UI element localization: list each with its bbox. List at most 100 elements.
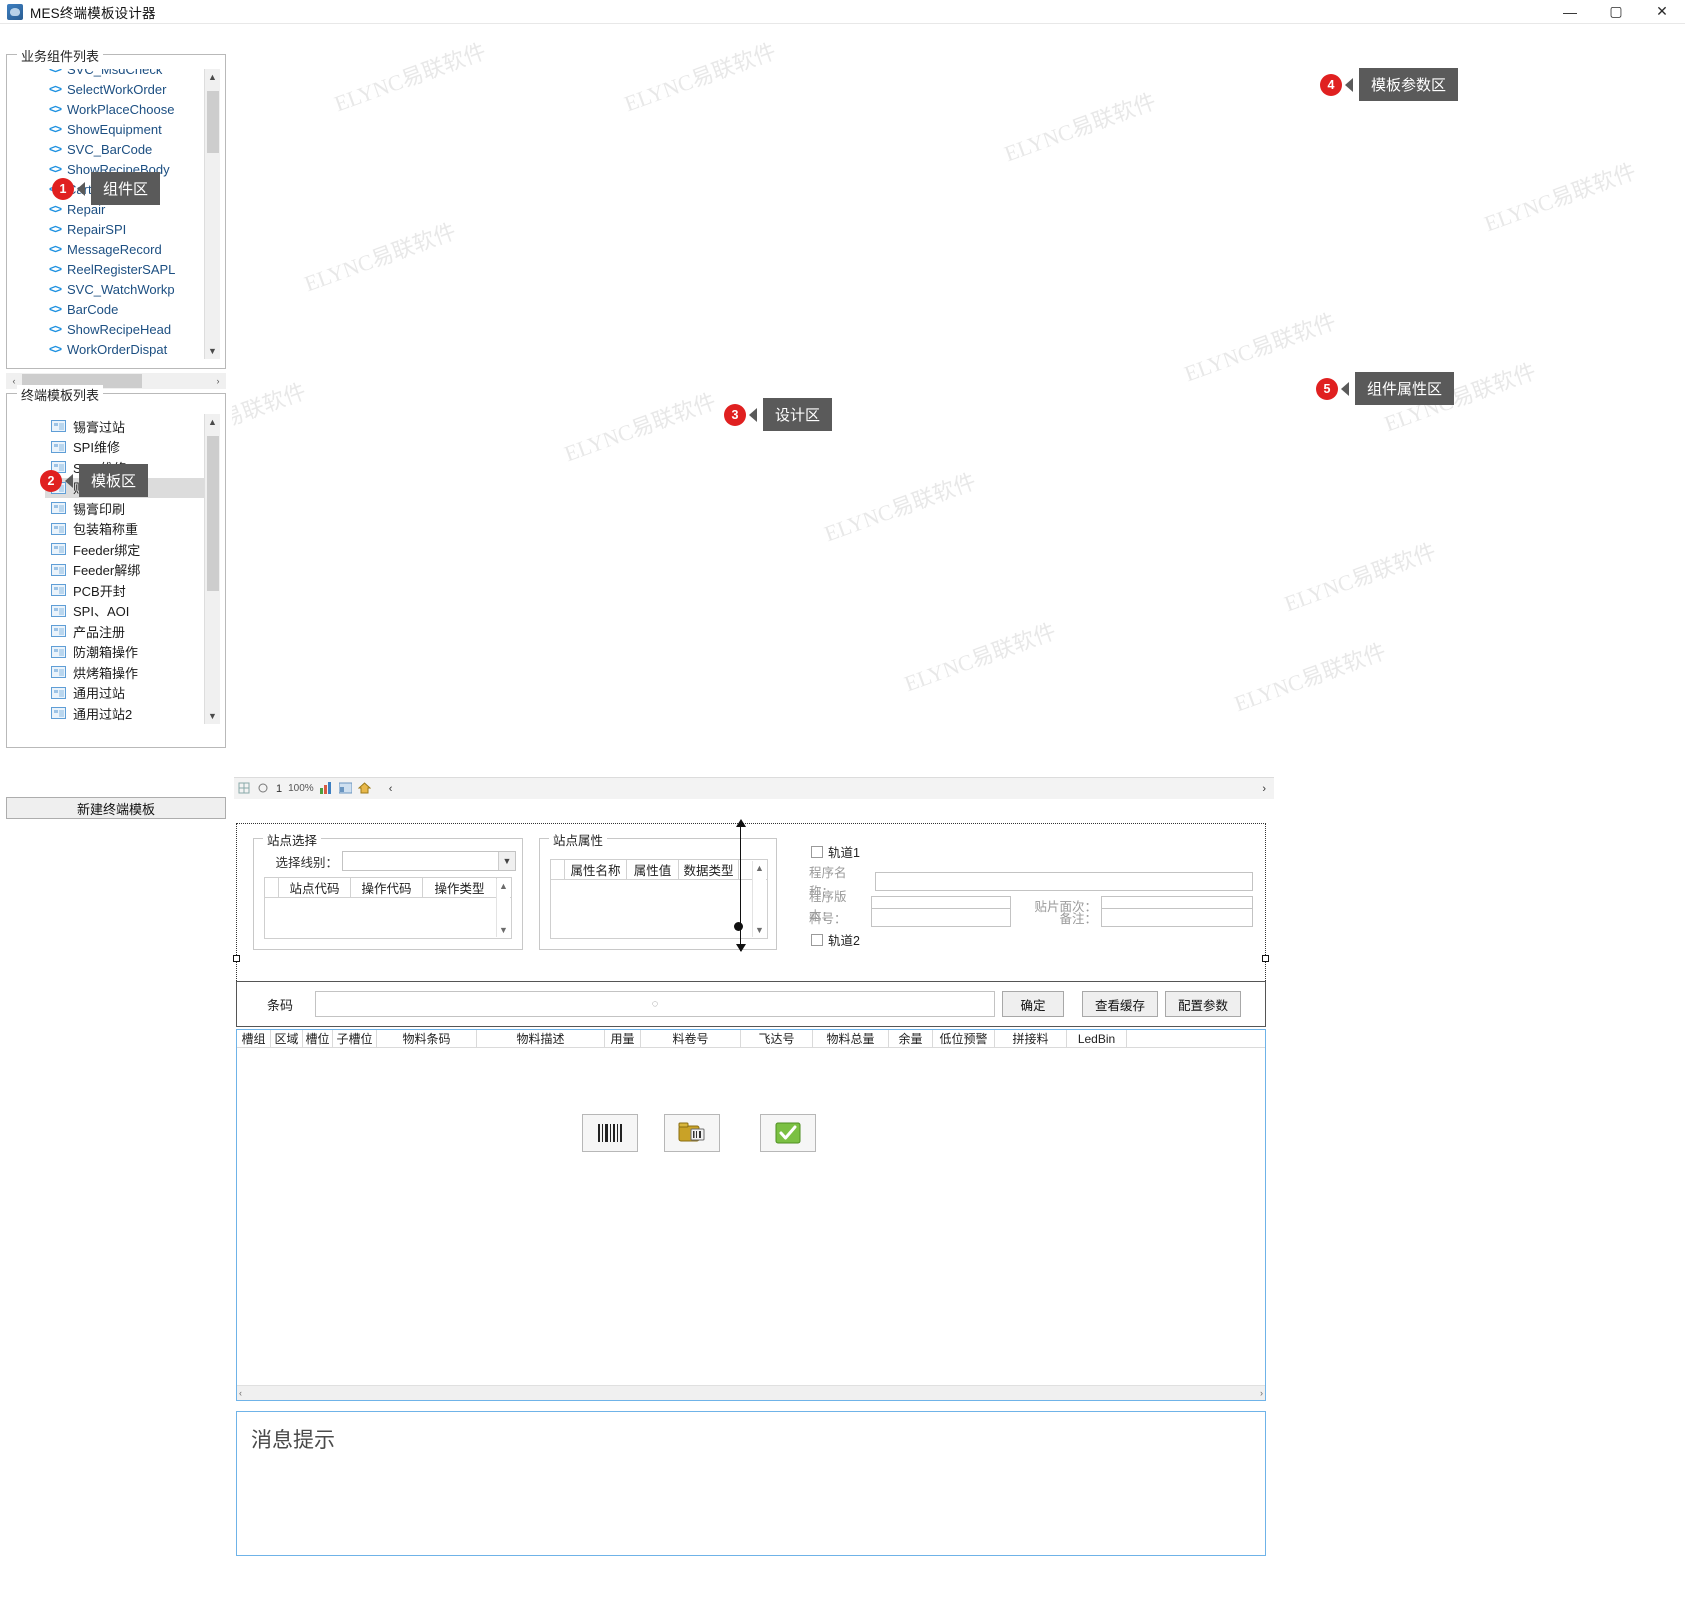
snap-icon[interactable] [257, 782, 270, 795]
barcode-component-icon[interactable] [582, 1114, 638, 1152]
terminal-template-list[interactable]: 锡膏过站SPI维修SMT维修贴片机锡膏印刷包装箱称重Feeder绑定Feeder… [45, 414, 220, 724]
list-item-label: 防潮箱操作 [73, 645, 139, 661]
new-terminal-template-button[interactable]: 新建终端模板 [6, 797, 226, 819]
grid-column-header[interactable]: 物料总量 [813, 1030, 889, 1047]
home-icon[interactable] [357, 782, 371, 795]
grid-column-header[interactable]: 物料描述 [477, 1030, 605, 1047]
material-grid-hscrollbar[interactable]: ‹ › [237, 1385, 1265, 1400]
grid-toggle-icon[interactable] [238, 782, 251, 795]
remark-input[interactable] [1101, 908, 1253, 927]
material-grid[interactable]: 槽组 区域 槽位 子槽位 物料条码 物料描述 用量 料卷号 飞达号 物料总量 余量 低位预警 拼接料 Le… [236, 1029, 1266, 1401]
scroll-down-icon[interactable]: ▼ [205, 708, 220, 724]
list-item[interactable]: <> ShowRecipeHead [45, 319, 204, 339]
scroll-down-icon[interactable]: ▼ [755, 925, 764, 935]
business-component-list[interactable]: <> SVC_MsdCheck <> SelectWorkOrder <> WorkPla… [45, 69, 220, 359]
design-canvas-top[interactable]: 站点选择 选择线别： ▼ 站点代码 操作代码 操作类型 ▲ ▼ 站点属性 属性名… [233, 819, 1269, 983]
statusbar-nav-left[interactable]: ‹ [389, 783, 393, 795]
checkbox-icon[interactable] [811, 845, 823, 858]
layout-icon[interactable] [338, 782, 353, 795]
grid-column-header[interactable]: 槽组 [237, 1030, 271, 1047]
template-list-scrollbar[interactable]: ▲ ▼ [204, 414, 220, 724]
scroll-up-icon[interactable]: ▲ [205, 414, 220, 430]
code-tag-icon: <> [49, 322, 62, 336]
message-panel[interactable]: 消息提示 [236, 1411, 1266, 1556]
list-item[interactable]: PCB开封 [45, 580, 204, 601]
station-select-grid[interactable]: 站点代码 操作代码 操作类型 ▲ ▼ [264, 877, 512, 939]
track2-checkbox[interactable]: 轨道2 [811, 930, 860, 949]
barcode-input[interactable]: ◌ [315, 991, 995, 1017]
list-item[interactable]: <> WorkOrderDispat [45, 339, 204, 359]
list-item-label: SVC_BarCode [67, 141, 153, 157]
material-no-input[interactable] [871, 908, 1011, 927]
list-item[interactable]: <> ReelRegisterSAPL [45, 259, 204, 279]
list-item[interactable]: 包装箱称重 [45, 519, 204, 540]
scroll-up-icon[interactable]: ▲ [755, 863, 764, 873]
list-item[interactable]: <> ShowEquipment [45, 119, 204, 139]
grid-column-header[interactable]: 用量 [605, 1030, 641, 1047]
resize-handle[interactable] [233, 955, 240, 962]
hscroll-left-icon[interactable]: ‹ [239, 1388, 242, 1398]
grid-column-header[interactable]: 料卷号 [641, 1030, 741, 1047]
scroll-down-icon[interactable]: ▼ [499, 925, 508, 935]
list-item[interactable]: <> SVC_WatchWorkp [45, 279, 204, 299]
list-item[interactable]: <> BarCode [45, 299, 204, 319]
list-item[interactable]: 防潮箱操作 [45, 642, 204, 663]
barcode-input-bar[interactable]: 条码 ◌ 确定 查看缓存 配置参数 [236, 981, 1266, 1027]
close-button[interactable]: ✕ [1639, 0, 1685, 24]
confirm-button[interactable]: 确定 [1002, 991, 1064, 1017]
station-props-scrollbar[interactable]: ▲ ▼ [752, 861, 766, 937]
list-item[interactable]: 通用过站 [45, 683, 204, 704]
resize-handle[interactable] [1262, 955, 1269, 962]
scroll-down-icon[interactable]: ▼ [205, 343, 220, 359]
list-item[interactable]: <> MessageRecord [45, 239, 204, 259]
grid-column-header[interactable]: 槽位 [303, 1030, 333, 1047]
business-component-group-title: 业务组件列表 [17, 46, 104, 65]
list-item[interactable]: <> SVC_BarCode [45, 139, 204, 159]
list-item[interactable]: Feeder绑定 [45, 539, 204, 560]
list-item[interactable]: SPI维修 [45, 437, 204, 458]
component-list-scrollbar[interactable]: ▲ ▼ [204, 69, 220, 359]
grid-column-header[interactable]: 子槽位 [333, 1030, 377, 1047]
chevron-down-icon[interactable]: ▼ [498, 852, 515, 870]
code-tag-icon: <> [49, 242, 62, 256]
line-select-combo[interactable]: ▼ [342, 851, 516, 871]
list-item[interactable]: Feeder解绑 [45, 560, 204, 581]
list-item[interactable]: SPI、AOI [45, 601, 204, 622]
grid-column-header[interactable]: 拼接料 [995, 1030, 1067, 1047]
list-item[interactable]: 锡膏印刷 [45, 498, 204, 519]
zoom-chart-icon[interactable] [319, 782, 333, 795]
view-cache-button[interactable]: 查看缓存 [1082, 991, 1158, 1017]
callout-4: 4 模板参数区 [1320, 68, 1459, 101]
grid-column-header[interactable]: 区域 [271, 1030, 303, 1047]
guide-handle[interactable] [734, 922, 743, 931]
config-params-button[interactable]: 配置参数 [1165, 991, 1241, 1017]
grid-column-header[interactable]: LedBin [1067, 1030, 1127, 1047]
statusbar-nav-right[interactable]: › [1262, 783, 1266, 795]
list-item[interactable]: 产品注册 [45, 621, 204, 642]
grid-column-header[interactable]: 物料条码 [377, 1030, 477, 1047]
grid-column-header[interactable]: 低位预警 [933, 1030, 995, 1047]
list-item[interactable]: 烘烤箱操作 [45, 662, 204, 683]
minimize-button[interactable]: — [1547, 0, 1593, 24]
scanner-component-icon[interactable] [664, 1114, 720, 1152]
list-item[interactable]: <> WorkPlaceChoose [45, 99, 204, 119]
list-item[interactable]: <> SVC_MsdCheck [45, 69, 204, 79]
confirm-component-icon[interactable] [760, 1114, 816, 1152]
scroll-up-icon[interactable]: ▲ [205, 69, 220, 85]
track1-checkbox[interactable]: 轨道1 [811, 842, 860, 861]
template-icon [51, 604, 66, 617]
grid-column-header[interactable]: 余量 [889, 1030, 933, 1047]
hscroll-right-icon[interactable]: › [210, 376, 226, 386]
checkbox-icon[interactable] [811, 933, 823, 946]
grid-column-header[interactable]: 飞达号 [741, 1030, 813, 1047]
station-grid-scrollbar[interactable]: ▲ ▼ [496, 879, 510, 937]
scroll-up-icon[interactable]: ▲ [499, 881, 508, 891]
list-item[interactable]: <> SelectWorkOrder [45, 79, 204, 99]
list-item[interactable]: <> RepairSPI [45, 219, 204, 239]
scrollbar-thumb[interactable] [207, 91, 219, 153]
hscroll-right-icon[interactable]: › [1260, 1388, 1263, 1398]
list-item[interactable]: 通用过站2 [45, 703, 204, 724]
scrollbar-thumb[interactable] [207, 436, 219, 591]
list-item[interactable]: 锡膏过站 [45, 416, 204, 437]
maximize-button[interactable]: ▢ [1593, 0, 1639, 24]
